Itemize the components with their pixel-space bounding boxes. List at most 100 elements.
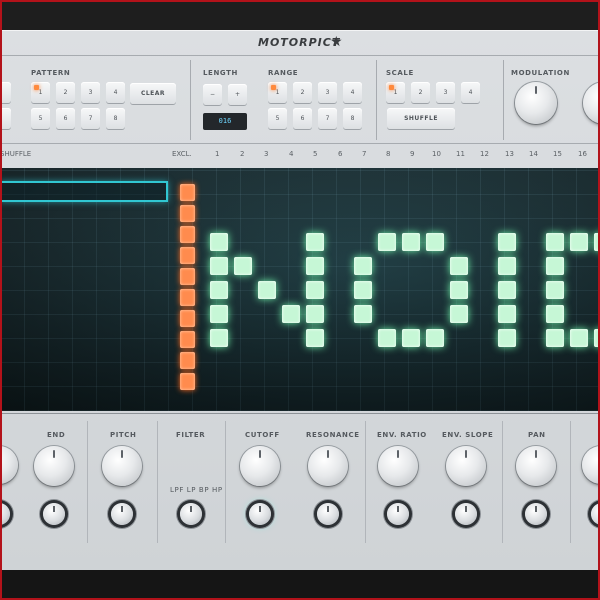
- range-pad-3[interactable]: 3: [318, 82, 337, 103]
- excl-cell[interactable]: [180, 226, 195, 243]
- shuffle-row-label: SHUFFLE: [0, 150, 32, 158]
- filter-type-knob[interactable]: [180, 503, 202, 525]
- range-pad-5[interactable]: 5: [268, 108, 287, 129]
- range-pad-8[interactable]: 8: [343, 108, 362, 129]
- pattern-pad-6[interactable]: 6: [56, 108, 75, 129]
- length-label: LENGTH: [203, 69, 238, 77]
- display-dot: [570, 233, 588, 251]
- display-dot: [306, 305, 324, 323]
- end-mod-knob[interactable]: [43, 503, 65, 525]
- left-pad-1[interactable]: [0, 82, 11, 103]
- step-number-8: 8: [386, 150, 391, 158]
- end-knob[interactable]: [34, 446, 74, 486]
- excl-label: EXCL.: [172, 150, 192, 158]
- excl-cell[interactable]: [180, 184, 195, 201]
- range-pad-4[interactable]: 4: [343, 82, 362, 103]
- range-pad-7[interactable]: 7: [318, 108, 337, 129]
- section-divider: [87, 421, 88, 543]
- range-pad-1[interactable]: 1: [268, 82, 287, 103]
- section-divider: [570, 421, 571, 543]
- step-number-6: 6: [338, 150, 343, 158]
- step-grid-display[interactable]: [0, 168, 600, 411]
- display-dot: [378, 329, 396, 347]
- display-dot: [378, 233, 396, 251]
- excl-cell[interactable]: [180, 373, 195, 390]
- modulation-knob[interactable]: [515, 82, 557, 124]
- display-dot: [498, 329, 516, 347]
- step-number-2: 2: [240, 150, 245, 158]
- modulation-label: MODULATION: [511, 69, 570, 77]
- excl-cell[interactable]: [180, 352, 195, 369]
- display-dot: [570, 329, 588, 347]
- pitch-mod-knob[interactable]: [111, 503, 133, 525]
- scale-pad-1[interactable]: 1: [386, 82, 405, 103]
- env-slope-mod-knob[interactable]: [455, 503, 477, 525]
- pattern-pad-4[interactable]: 4: [106, 82, 125, 103]
- pattern-pad-2[interactable]: 2: [56, 82, 75, 103]
- section-divider: [376, 60, 377, 140]
- cutoff-knob[interactable]: [240, 446, 280, 486]
- excl-cell[interactable]: [180, 268, 195, 285]
- display-dot: [498, 281, 516, 299]
- display-dot: [594, 233, 600, 251]
- left-pad-2[interactable]: [0, 108, 11, 129]
- env-slope-label: ENV. SLOPE: [442, 431, 494, 439]
- pan-mod-knob[interactable]: [525, 503, 547, 525]
- pattern-label: PATTERN: [31, 69, 71, 77]
- excl-cell[interactable]: [180, 289, 195, 306]
- pattern-pad-5[interactable]: 5: [31, 108, 50, 129]
- pattern-name-field[interactable]: [0, 181, 168, 202]
- excl-cell[interactable]: [180, 331, 195, 348]
- resonance-knob[interactable]: [308, 446, 348, 486]
- display-dot: [234, 257, 252, 275]
- shuffle-button[interactable]: SHUFFLE: [387, 108, 455, 129]
- step-number-4: 4: [289, 150, 294, 158]
- pattern-pad-7[interactable]: 7: [81, 108, 100, 129]
- pitch-knob[interactable]: [102, 446, 142, 486]
- length-minus-button[interactable]: −: [203, 84, 222, 105]
- display-dot: [498, 257, 516, 275]
- scale-label: SCALE: [386, 69, 414, 77]
- cutoff-mod-knob[interactable]: [249, 503, 271, 525]
- pan-label: PAN: [528, 431, 546, 439]
- pitch-label: PITCH: [110, 431, 137, 439]
- scale-pad-3[interactable]: 3: [436, 82, 455, 103]
- display-dot: [354, 281, 372, 299]
- display-dot: [354, 305, 372, 323]
- display-dot: [546, 305, 564, 323]
- display-dot: [354, 257, 372, 275]
- range-label: RANGE: [268, 69, 299, 77]
- pan-knob[interactable]: [516, 446, 556, 486]
- env-slope-knob[interactable]: [446, 446, 486, 486]
- excl-cell[interactable]: [180, 310, 195, 327]
- step-number-10: 10: [432, 150, 441, 158]
- excl-cell[interactable]: [180, 205, 195, 222]
- resonance-mod-knob[interactable]: [317, 503, 339, 525]
- scale-pad-4[interactable]: 4: [461, 82, 480, 103]
- env-ratio-knob[interactable]: [378, 446, 418, 486]
- display-dot: [210, 257, 228, 275]
- display-dot: [306, 281, 324, 299]
- step-number-13: 13: [505, 150, 514, 158]
- step-number-12: 12: [480, 150, 489, 158]
- filter-label: FILTER: [176, 431, 206, 439]
- display-dot: [546, 233, 564, 251]
- env-ratio-mod-knob[interactable]: [387, 503, 409, 525]
- step-number-15: 15: [553, 150, 562, 158]
- range-pad-2[interactable]: 2: [293, 82, 312, 103]
- pattern-pad-8[interactable]: 8: [106, 108, 125, 129]
- section-divider: [225, 421, 226, 543]
- pattern-pad-1[interactable]: 1: [31, 82, 50, 103]
- pattern-pad-3[interactable]: 3: [81, 82, 100, 103]
- scale-pad-2[interactable]: 2: [411, 82, 430, 103]
- clear-button[interactable]: CLEAR: [130, 83, 176, 104]
- range-pad-6[interactable]: 6: [293, 108, 312, 129]
- window-top-strip: [0, 0, 600, 30]
- display-dot: [210, 281, 228, 299]
- length-plus-button[interactable]: +: [228, 84, 247, 105]
- resonance-label: RESONANCE: [306, 431, 360, 439]
- step-number-5: 5: [313, 150, 318, 158]
- step-header-divider: [0, 143, 600, 144]
- display-dot: [282, 305, 300, 323]
- excl-cell[interactable]: [180, 247, 195, 264]
